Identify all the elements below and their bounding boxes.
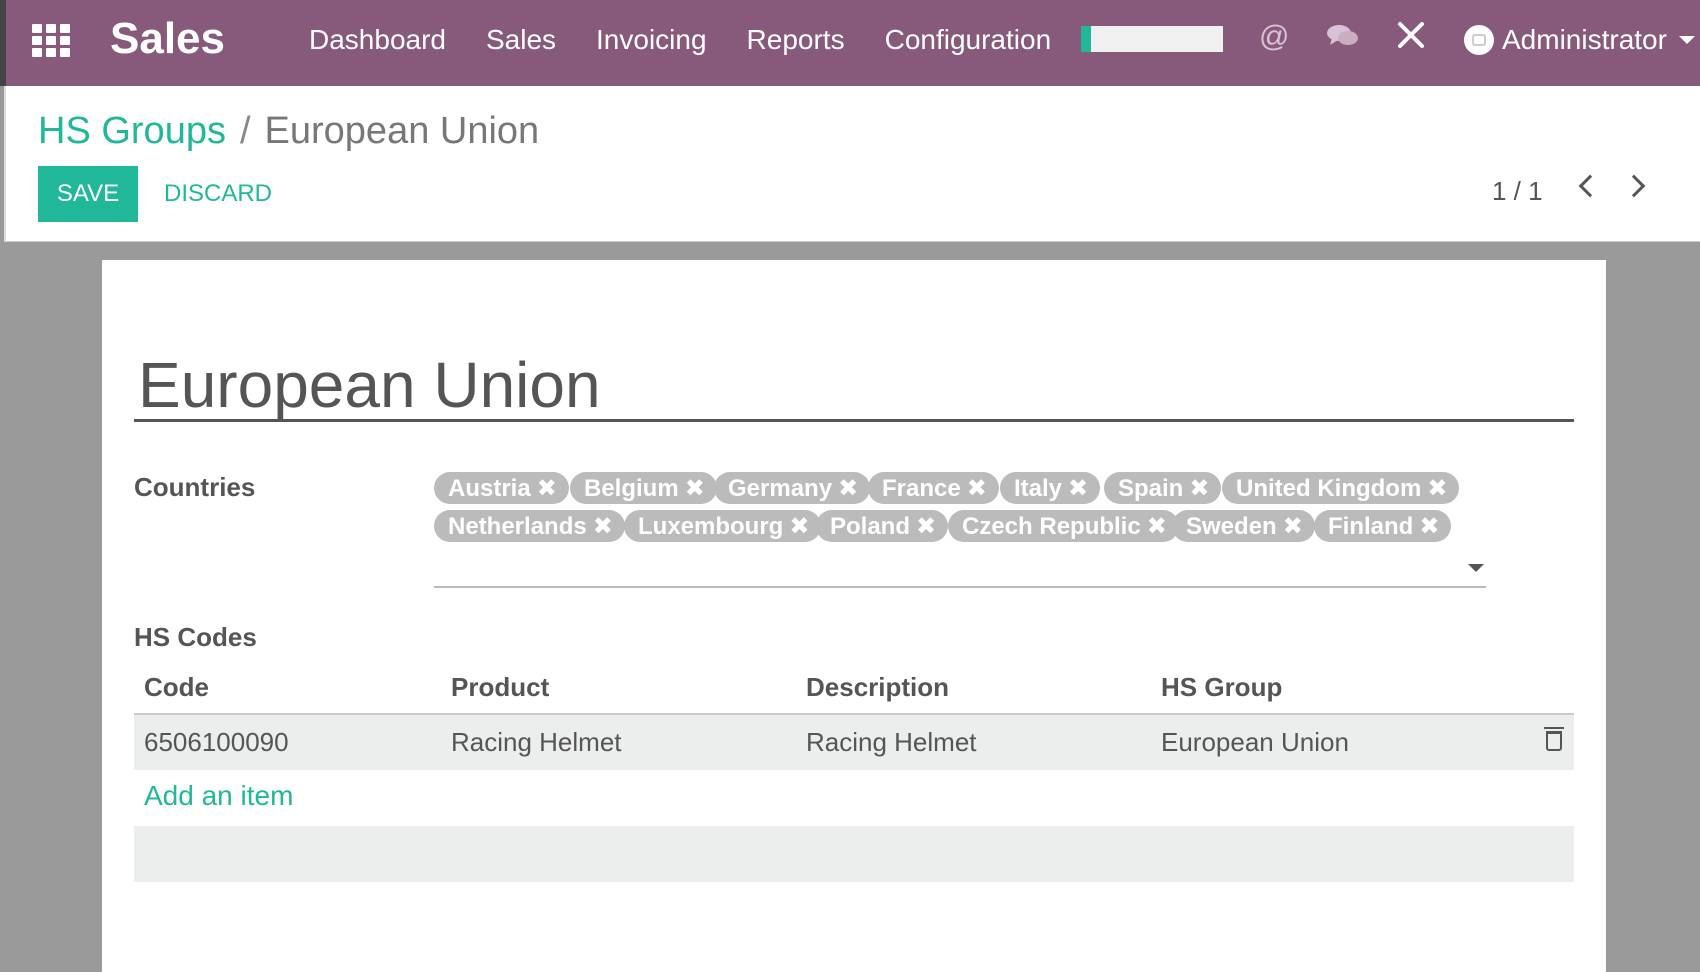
- cell-code[interactable]: 6506100090: [134, 714, 441, 770]
- tag-finland[interactable]: Finland ✖: [1314, 510, 1452, 542]
- column-header-hs-group[interactable]: HS Group: [1151, 662, 1524, 715]
- tag-germany[interactable]: Germany ✖: [714, 472, 871, 504]
- tag-czech-republic[interactable]: Czech Republic ✖: [948, 510, 1179, 542]
- cell-actions: [1524, 714, 1574, 770]
- tag-united-kingdom[interactable]: United Kingdom ✖: [1222, 472, 1460, 504]
- menu-item-sales[interactable]: Sales: [486, 24, 556, 56]
- close-icon: ✖: [1419, 513, 1440, 540]
- tag-belgium[interactable]: Belgium ✖: [570, 472, 717, 504]
- menu-item-reports[interactable]: Reports: [747, 24, 845, 56]
- apps-menu-icon[interactable]: [32, 24, 72, 57]
- app-brand: Sales: [110, 14, 225, 63]
- control-panel: HS Groups / European Union SAVE DISCARD …: [4, 86, 1700, 242]
- menu-item-dashboard[interactable]: Dashboard: [309, 24, 446, 56]
- name-field[interactable]: European Union: [134, 348, 1574, 422]
- breadcrumb-separator: /: [239, 110, 251, 152]
- tag-poland[interactable]: Poland ✖: [816, 510, 949, 542]
- tag-france[interactable]: France ✖: [868, 472, 999, 504]
- avatar: [1464, 25, 1494, 55]
- close-icon: ✖: [1427, 475, 1448, 502]
- menu-item-invoicing[interactable]: Invoicing: [596, 24, 707, 56]
- cell-product[interactable]: Racing Helmet: [441, 714, 796, 770]
- close-icon: ✖: [1146, 513, 1167, 540]
- table-row[interactable]: 6506100090 Racing Helmet Racing Helmet E…: [134, 714, 1574, 770]
- close-icon: ✖: [1282, 513, 1303, 540]
- close-icon: ✖: [592, 513, 613, 540]
- mention-icon[interactable]: @: [1259, 20, 1289, 54]
- menu-item-configuration[interactable]: Configuration: [885, 24, 1052, 56]
- chevron-right-icon[interactable]: [1622, 174, 1646, 198]
- trash-icon[interactable]: [1544, 727, 1564, 751]
- column-header-code[interactable]: Code: [134, 662, 441, 715]
- close-icon: ✖: [966, 475, 987, 502]
- close-icon: ✖: [684, 475, 705, 502]
- breadcrumb: HS Groups / European Union: [38, 110, 539, 153]
- top-navbar: Sales Dashboard Sales Invoicing Reports …: [0, 0, 1700, 86]
- user-name: Administrator: [1502, 24, 1667, 55]
- column-header-actions: [1524, 662, 1574, 715]
- hs-codes-label: HS Codes: [134, 622, 257, 652]
- breadcrumb-hs-groups[interactable]: HS Groups: [38, 110, 226, 153]
- tag-italy[interactable]: Italy ✖: [1000, 472, 1101, 504]
- tag-spain[interactable]: Spain ✖: [1104, 472, 1222, 504]
- main-menu: Dashboard Sales Invoicing Reports Config…: [309, 24, 1091, 56]
- form-sheet: European Union Countries Austria ✖ Belgiu…: [102, 260, 1606, 972]
- tag-sweden[interactable]: Sweden ✖: [1172, 510, 1315, 542]
- progress-bar: [1081, 26, 1223, 52]
- tools-icon[interactable]: [1396, 20, 1426, 58]
- close-icon: ✖: [916, 513, 937, 540]
- countries-input[interactable]: [434, 586, 1486, 588]
- cell-description[interactable]: Racing Helmet: [796, 714, 1151, 770]
- tag-luxembourg[interactable]: Luxembourg ✖: [624, 510, 822, 542]
- empty-table-row: [134, 826, 1574, 882]
- table-header-row: Code Product Description HS Group: [134, 662, 1574, 715]
- countries-tags: Austria ✖ Belgium ✖ Germany ✖ France ✖ Italy…: [434, 472, 1484, 550]
- close-icon: ✖: [838, 475, 859, 502]
- cell-hs-group[interactable]: European Union: [1151, 714, 1524, 770]
- chat-icon[interactable]: [1326, 22, 1360, 58]
- tag-austria[interactable]: Austria ✖: [434, 472, 569, 504]
- breadcrumb-current: European Union: [264, 110, 540, 152]
- save-button[interactable]: SAVE: [38, 166, 138, 222]
- user-menu[interactable]: Administrator: [1464, 24, 1695, 56]
- column-header-product[interactable]: Product: [441, 662, 796, 715]
- discard-button[interactable]: DISCARD: [164, 180, 272, 208]
- add-item-link[interactable]: Add an item: [144, 780, 293, 812]
- caret-down-icon[interactable]: [1468, 564, 1484, 572]
- chevron-down-icon: [1678, 36, 1695, 44]
- pager-value: 1 / 1: [1492, 176, 1543, 206]
- close-icon: ✖: [536, 475, 557, 502]
- countries-label: Countries: [134, 472, 256, 502]
- tag-netherlands[interactable]: Netherlands ✖: [434, 510, 625, 542]
- chevron-left-icon[interactable]: [1578, 174, 1602, 198]
- close-icon: ✖: [1068, 475, 1089, 502]
- close-icon: ✖: [1189, 475, 1210, 502]
- hs-codes-table: Code Product Description HS Group 650610…: [134, 662, 1574, 770]
- close-icon: ✖: [789, 513, 810, 540]
- column-header-description[interactable]: Description: [796, 662, 1151, 715]
